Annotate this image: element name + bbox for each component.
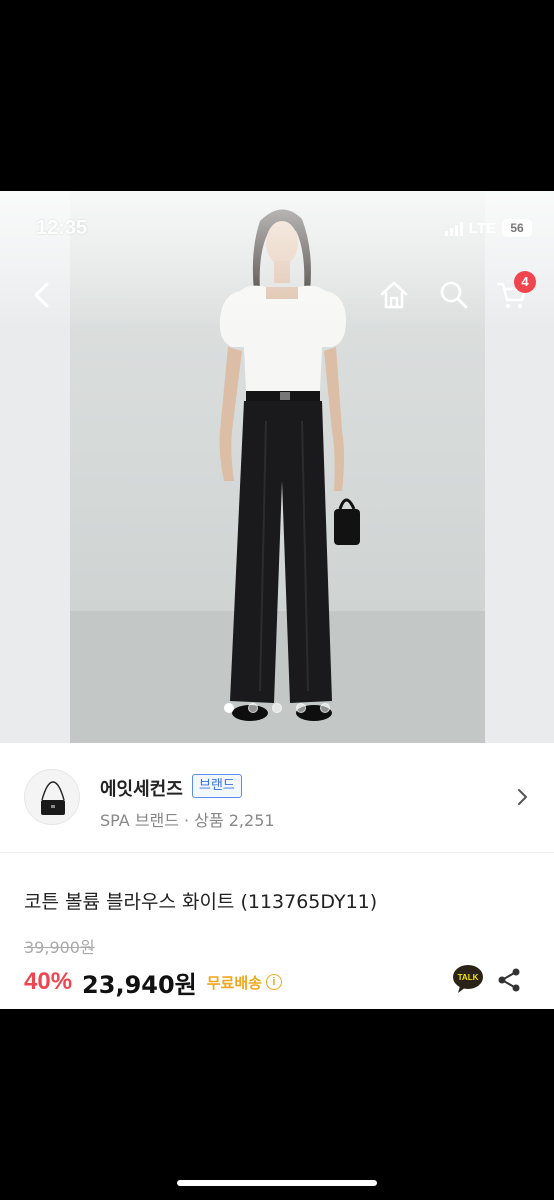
search-icon	[440, 281, 468, 309]
sale-price: 23,940원	[82, 970, 197, 999]
talk-label: TALK	[458, 973, 479, 982]
bag-thumbnail-icon	[41, 781, 65, 815]
original-price: 39,900원	[24, 938, 95, 957]
network-label: LTE	[468, 219, 496, 237]
home-indicator[interactable]	[177, 1180, 377, 1186]
phone-screen: 12:35 LTE 56 4 에잇세컨즈 브랜드 SPA 브랜드 · 상품 2,…	[0, 0, 554, 1200]
gallery-pagination	[0, 703, 554, 713]
gallery-dot[interactable]	[272, 703, 282, 713]
gallery-dot[interactable]	[224, 703, 234, 713]
product-image-gallery[interactable]: 12:35 LTE 56 4	[0, 191, 554, 743]
gallery-dot[interactable]	[248, 703, 258, 713]
kakao-talk-icon[interactable]: TALK	[452, 964, 484, 994]
brand-badge: 브랜드	[192, 774, 242, 798]
info-icon[interactable]: i	[265, 974, 282, 990]
home-icon	[380, 281, 408, 309]
share-icon[interactable]	[496, 967, 522, 993]
gallery-dot[interactable]	[296, 703, 306, 713]
chevron-right-icon[interactable]	[512, 787, 532, 807]
discount-rate: 40%	[24, 968, 73, 995]
chevron-left-icon	[34, 282, 49, 308]
back-button[interactable]	[20, 273, 64, 317]
top-navigation: 4	[0, 271, 554, 323]
cart-count-badge: 4	[514, 271, 536, 293]
product-page: 12:35 LTE 56 4 에잇세컨즈 브랜드 SPA 브랜드 · 상품 2,…	[0, 191, 554, 1009]
signal-icon	[444, 220, 463, 236]
price-row: 40% 23,940원 무료배송 i	[24, 965, 282, 999]
status-time: 12:35	[36, 217, 88, 239]
battery-icon: 56	[502, 219, 532, 237]
free-shipping-label[interactable]: 무료배송 i	[207, 972, 282, 993]
status-indicators: LTE 56	[444, 219, 532, 237]
seller-info-row[interactable]: 에잇세컨즈 브랜드 SPA 브랜드 · 상품 2,251	[0, 743, 554, 853]
home-button[interactable]	[372, 273, 416, 317]
status-bar: 12:35 LTE 56	[0, 217, 554, 247]
cart-button[interactable]: 4	[490, 271, 536, 317]
free-shipping-text: 무료배송	[206, 973, 262, 992]
gallery-dot[interactable]	[320, 703, 330, 713]
seller-avatar	[24, 769, 80, 825]
search-button[interactable]	[432, 273, 476, 317]
seller-meta: SPA 브랜드 · 상품 2,251	[100, 811, 275, 830]
seller-name[interactable]: 에잇세컨즈	[100, 775, 183, 801]
product-title: 코튼 볼륨 블라우스 화이트 (113765DY11)	[24, 891, 378, 913]
